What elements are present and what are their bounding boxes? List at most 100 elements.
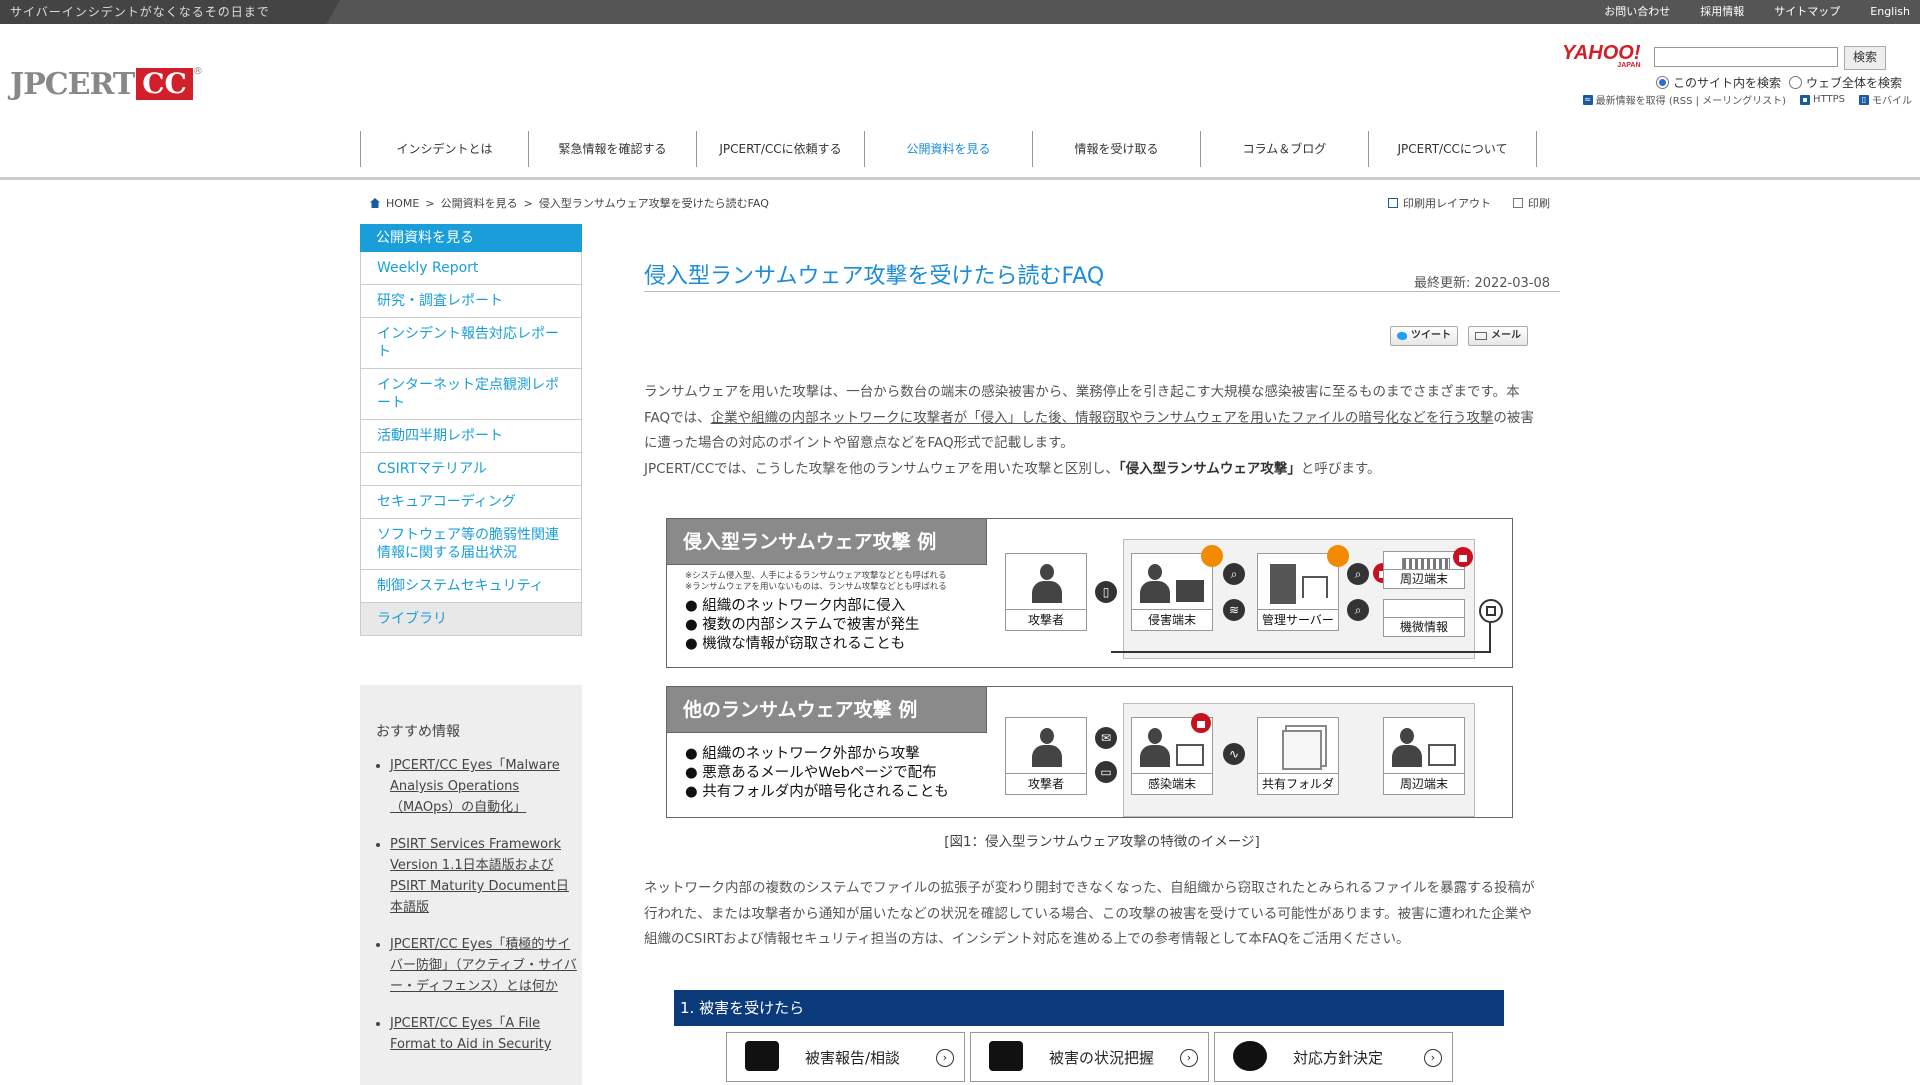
sidebar-item-incident-report[interactable]: インシデント報告対応レポート	[360, 318, 582, 369]
monitor-icon	[1428, 744, 1456, 766]
chevron-right-icon: ›	[1424, 1049, 1442, 1067]
printer-icon	[1513, 198, 1523, 208]
rss-label: 最新情報を取得 (RSS | メーリングリスト)	[1595, 96, 1787, 107]
logo-cc: CC	[136, 68, 193, 100]
fire-icon	[1327, 545, 1349, 567]
network-tree-icon	[1302, 576, 1328, 598]
radio-site-search[interactable]: このサイト内を検索	[1655, 74, 1781, 91]
search-icon: ⌕	[1347, 563, 1369, 585]
nav-divider	[0, 177, 1920, 180]
sidebar-item-tsubame[interactable]: インターネット定点観測レポート	[360, 369, 582, 420]
page-title: 侵入型ランサムウェア攻撃を受けたら読むFAQ	[644, 264, 1105, 289]
breadcrumb: HOME > 公開資料を見る > 侵入型ランサムウェア攻撃を受けたら読むFAQ	[370, 195, 769, 211]
recommend-item[interactable]: JPCERT/CC Eyes「A File Format to Aid in S…	[390, 1013, 580, 1055]
home-icon	[370, 198, 380, 208]
folder-icon	[1282, 730, 1322, 770]
tweet-button[interactable]: ツイート	[1390, 326, 1458, 346]
search-scope: このサイト内を検索 ウェブ全体を検索	[1562, 74, 1902, 91]
figure-bullet: 共有フォルダ内が暗号化されることも	[702, 784, 949, 800]
breadcrumb-sep: >	[425, 196, 435, 210]
radio-web-label: ウェブ全体を検索	[1805, 76, 1902, 90]
recruit-link[interactable]: 採用情報	[1700, 0, 1744, 24]
lock-icon: ▪	[1800, 94, 1811, 105]
sidebar-item-vulnerability[interactable]: ソフトウェア等の脆弱性関連情報に関する届出状況	[360, 519, 582, 570]
node-caption: 攻撃者	[1006, 773, 1086, 794]
figure-bullet: 複数の内部システムで被害が発生	[702, 617, 920, 633]
breadcrumb-sep: >	[523, 196, 533, 210]
damage-report-button[interactable]: 被害報告/相談 ›	[726, 1032, 965, 1082]
mobile-link[interactable]: ▯ モバイル	[1859, 92, 1912, 107]
exfiltration-path	[1111, 623, 1491, 653]
sidebar-item-library[interactable]: ライブラリ	[360, 603, 582, 636]
radio-selected-icon	[1655, 76, 1669, 89]
lock-icon	[1453, 547, 1473, 567]
https-link[interactable]: ▪ HTTPS	[1800, 92, 1845, 107]
node-caption: 周辺端末	[1384, 569, 1464, 588]
top-bar: サイバーインシデントがなくなるその日まで お問い合わせ 採用情報 サイトマップ …	[0, 0, 1920, 24]
contact-link[interactable]: お問い合わせ	[1604, 0, 1670, 24]
radio-site-label: このサイト内を検索	[1672, 76, 1781, 90]
nav-request[interactable]: JPCERT/CCに依頼する	[697, 131, 865, 167]
nav-publications[interactable]: 公開資料を見る	[865, 131, 1033, 167]
lock-icon	[1191, 713, 1211, 733]
rss-link[interactable]: ≈ 最新情報を取得 (RSS | メーリングリスト)	[1582, 92, 1787, 107]
sidebar-item-quarterly[interactable]: 活動四半期レポート	[360, 420, 582, 453]
english-link[interactable]: English	[1870, 0, 1910, 24]
recommend-item[interactable]: PSIRT Services Framework Version 1.1日本語版…	[390, 834, 580, 918]
node-peripheral-terminal: 周辺端末	[1383, 717, 1465, 795]
figure-note: ※ランサムウェアを用いないものは、ランサム攻撃などとも呼ばれる	[685, 582, 947, 592]
share-buttons: ツイート メール	[1390, 326, 1528, 346]
sidebar-item-ics[interactable]: 制御システムセキュリティ	[360, 570, 582, 603]
damage-assessment-button[interactable]: 被害の状況把握 ›	[970, 1032, 1209, 1082]
figure-bullet: 悪意あるメールやWebページで配布	[702, 765, 937, 781]
exfiltration-icon	[1479, 599, 1503, 623]
sidebar-head[interactable]: 公開資料を見る	[360, 224, 582, 252]
sidebar-item-research[interactable]: 研究・調査レポート	[360, 285, 582, 318]
recommend-list: JPCERT/CC Eyes「Malware Analysis Operatio…	[374, 755, 580, 1071]
print-links: 印刷用レイアウト 印刷	[1388, 195, 1550, 211]
recommend-item[interactable]: JPCERT/CC Eyes「Malware Analysis Operatio…	[390, 755, 580, 818]
yahoo-logo-text: YAHOO!	[1562, 42, 1641, 64]
print-link[interactable]: 印刷	[1513, 195, 1550, 211]
twitter-icon	[1397, 332, 1407, 340]
breadcrumb-home[interactable]: HOME	[386, 197, 419, 210]
lateral-move-icon: ≋	[1223, 599, 1245, 621]
figure-bullets: ● 組織のネットワーク外部から攻撃 ● 悪意あるメールやWebページで配布 ● …	[685, 746, 949, 800]
nav-alert[interactable]: 緊急情報を確認する	[529, 131, 697, 167]
chevron-right-icon: ›	[936, 1049, 954, 1067]
sidebar-item-csirt[interactable]: CSIRTマテリアル	[360, 453, 582, 486]
search-button[interactable]: 検索	[1844, 46, 1886, 70]
fire-chat-icon	[745, 1041, 779, 1071]
nav-column[interactable]: コラム＆ブログ	[1201, 131, 1369, 167]
figure-bullet: 機微な情報が窃取されることも	[702, 636, 906, 652]
recommend-item[interactable]: JPCERT/CC Eyes「積極的サイバー防御」（アクティブ・サイバー・ディフ…	[390, 934, 580, 997]
nav-incident[interactable]: インシデントとは	[361, 131, 529, 167]
person-icon	[1140, 564, 1170, 604]
print-layout-link[interactable]: 印刷用レイアウト	[1388, 195, 1491, 211]
sitemap-link[interactable]: サイトマップ	[1774, 0, 1840, 24]
monitor-icon	[1176, 580, 1204, 602]
sidebar-item-weekly-report[interactable]: Weekly Report	[360, 252, 582, 285]
device-icon: ▯	[1095, 581, 1117, 603]
radio-web-search[interactable]: ウェブ全体を検索	[1788, 74, 1902, 91]
mail-button[interactable]: メール	[1468, 326, 1528, 346]
search-input[interactable]	[1654, 47, 1838, 67]
print-label: 印刷	[1528, 197, 1550, 210]
breadcrumb-publications[interactable]: 公開資料を見る	[441, 195, 518, 211]
utility-links: ≈ 最新情報を取得 (RSS | メーリングリスト) ▪ HTTPS ▯ モバイル	[1544, 92, 1912, 107]
site-logo[interactable]: JPCERT CC ®	[10, 66, 203, 102]
global-nav: インシデントとは 緊急情報を確認する JPCERT/CCに依頼する 公開資料を見…	[360, 131, 1537, 167]
figure-bullets: ● 組織のネットワーク内部に侵入 ● 複数の内部システムで被害が発生 ● 機微な…	[685, 598, 920, 652]
intro-link[interactable]: 企業や組織の内部ネットワークに攻撃者が「侵入」した後、情報窃取やランサムウェアを…	[711, 410, 1494, 426]
figure-other-ransomware: 他のランサムウェア攻撃 例 ● 組織のネットワーク外部から攻撃 ● 悪意あるメー…	[666, 686, 1513, 818]
response-policy-button[interactable]: 対応方針決定 ›	[1214, 1032, 1453, 1082]
top-links: お問い合わせ 採用情報 サイトマップ English	[1604, 0, 1910, 24]
node-management-server: 管理サーバー	[1257, 553, 1339, 631]
nav-about[interactable]: JPCERT/CCについて	[1369, 131, 1537, 167]
nav-receive[interactable]: 情報を受け取る	[1033, 131, 1201, 167]
figure-intrusion-ransomware: 侵入型ランサムウェア攻撃 例 ※システム侵入型、人手によるランサムウェア攻撃など…	[666, 518, 1513, 668]
print-layout-label: 印刷用レイアウト	[1403, 197, 1491, 210]
sidebar-item-secure-coding[interactable]: セキュアコーディング	[360, 486, 582, 519]
https-label: HTTPS	[1813, 94, 1845, 105]
monitor-icon	[1176, 744, 1204, 766]
